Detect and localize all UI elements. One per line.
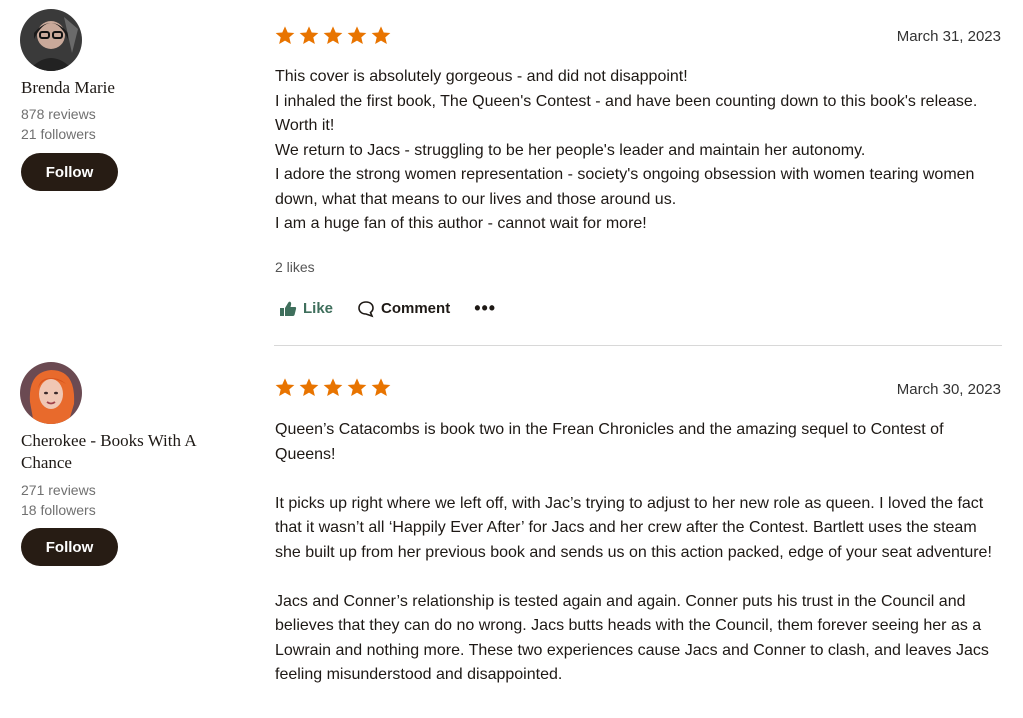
review-paragraph: It picks up right where we left off, wit… (275, 494, 992, 561)
more-dots-icon[interactable]: ••• (474, 298, 496, 319)
follow-button[interactable]: Follow (21, 153, 118, 191)
star-icon (347, 26, 367, 44)
reviewer-name[interactable]: Brenda Marie (21, 77, 241, 99)
review-card: Cherokee - Books With A Chance 271 revie… (0, 346, 1023, 718)
follow-button[interactable]: Follow (21, 528, 118, 566)
comment-label: Comment (381, 300, 451, 317)
review-text: Queen’s Catacombs is book two in the Fre… (275, 418, 1005, 688)
reviews-count: 878 reviews (21, 106, 96, 122)
rating-stars (274, 377, 392, 398)
thumbs-up-icon (280, 301, 297, 316)
like-label: Like (303, 300, 334, 317)
review-paragraph: This cover is absolutely gorgeous - and … (275, 68, 978, 232)
star-icon (323, 378, 343, 396)
star-icon (275, 26, 295, 44)
star-icon (347, 378, 367, 396)
star-icon (275, 378, 295, 396)
review-paragraph: Jacs and Conner’s relationship is tested… (275, 592, 989, 684)
reviewer-name[interactable]: Cherokee - Books With A Chance (21, 430, 241, 474)
star-icon (299, 378, 319, 396)
star-icon (323, 26, 343, 44)
likes-count[interactable]: 2 likes (275, 259, 315, 275)
avatar[interactable] (20, 9, 82, 71)
followers-count: 21 followers (21, 126, 96, 142)
review-date[interactable]: March 30, 2023 (897, 381, 1001, 398)
star-icon (371, 26, 391, 44)
review-date[interactable]: March 31, 2023 (897, 28, 1001, 45)
review-paragraph: Queen’s Catacombs is book two in the Fre… (275, 421, 944, 463)
star-icon (299, 26, 319, 44)
comment-button[interactable]: Comment (357, 300, 450, 318)
comment-bubble-icon (358, 300, 374, 317)
star-icon (371, 378, 391, 396)
rating-stars (274, 25, 392, 46)
review-card: Brenda Marie 878 reviews 21 followers Fo… (0, 0, 1023, 346)
reviews-count: 271 reviews (21, 482, 96, 498)
like-button[interactable]: Like (279, 300, 333, 317)
followers-count: 18 followers (21, 502, 96, 518)
review-text: This cover is absolutely gorgeous - and … (275, 65, 1005, 237)
avatar[interactable] (20, 362, 82, 424)
review-actions: Like Comment ••• (279, 298, 496, 319)
